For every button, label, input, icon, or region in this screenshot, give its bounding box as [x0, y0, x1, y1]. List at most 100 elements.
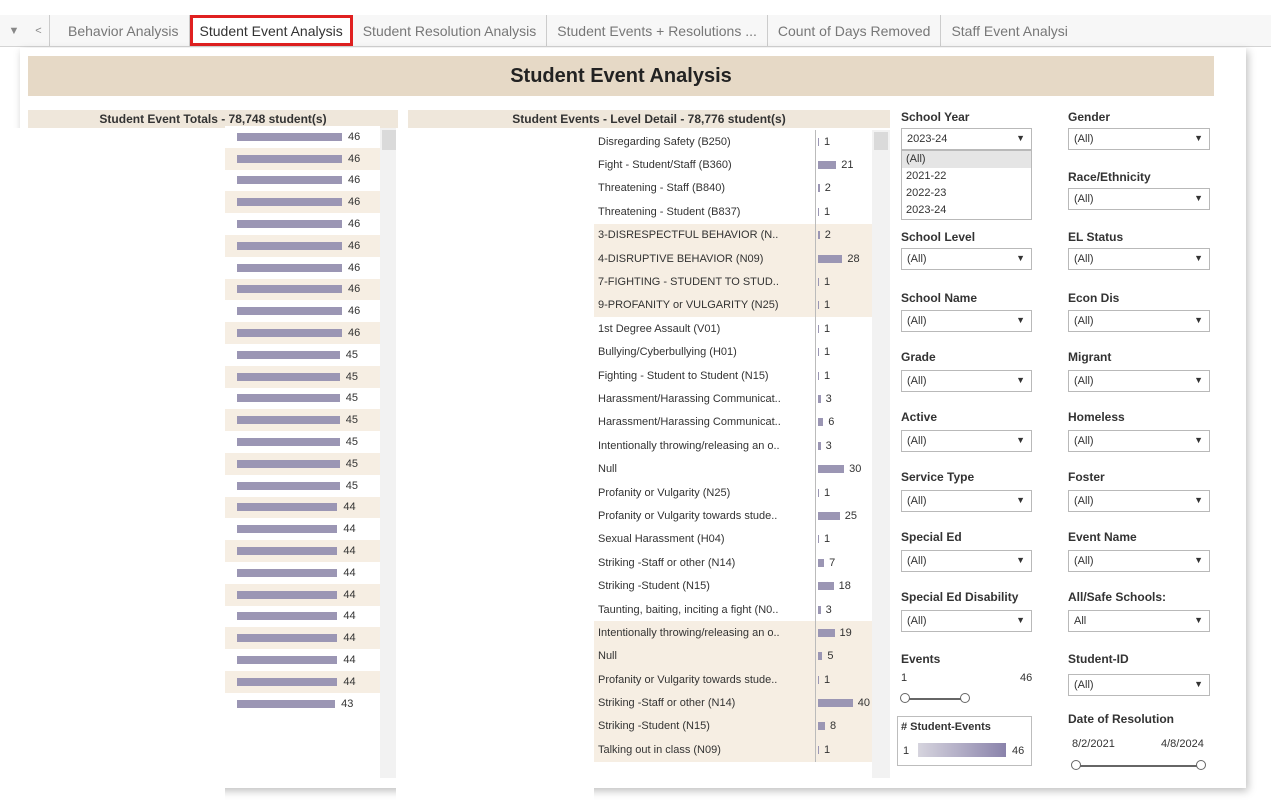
detail-bar[interactable] — [818, 161, 837, 170]
totals-row[interactable]: 44 — [225, 627, 380, 650]
school-year-dropdown[interactable]: 2023-24 ▼ — [901, 128, 1032, 150]
detail-row[interactable]: Threatening - Student (B837) 1 — [594, 200, 874, 224]
totals-bar[interactable] — [237, 329, 342, 338]
totals-bar[interactable] — [237, 547, 338, 556]
tab-student-events-resolutions[interactable]: Student Events + Resolutions ... — [547, 15, 768, 46]
detail-row[interactable]: Taunting, baiting, inciting a fight (N0.… — [594, 597, 874, 622]
detail-scroll-thumb[interactable] — [874, 132, 888, 150]
totals-row[interactable]: 46 — [225, 322, 380, 344]
school-name-dropdown[interactable]: (All) ▼ — [901, 310, 1032, 332]
totals-bar[interactable] — [237, 699, 336, 708]
totals-bar[interactable] — [237, 656, 338, 665]
tab-student-event-analysis[interactable]: Student Event Analysis — [189, 15, 353, 46]
service-type-dropdown[interactable]: (All) ▼ — [901, 490, 1032, 512]
totals-bar[interactable] — [237, 677, 338, 686]
econ-dis-dropdown[interactable]: (All) ▼ — [1068, 310, 1210, 332]
totals-bar[interactable] — [237, 350, 340, 359]
detail-bar[interactable] — [818, 605, 821, 614]
totals-bar[interactable] — [237, 459, 340, 468]
all-safe-schools-dropdown[interactable]: All ▼ — [1068, 610, 1210, 632]
totals-bar[interactable] — [237, 176, 342, 185]
sped-disability-dropdown[interactable]: (All) ▼ — [901, 610, 1032, 632]
date-slider-end-handle[interactable] — [1196, 760, 1206, 770]
school-year-option[interactable]: 2023-24 — [902, 202, 1031, 219]
totals-bar[interactable] — [237, 394, 340, 403]
events-slider-min-handle[interactable] — [900, 693, 910, 703]
detail-row[interactable]: Intentionally throwing/releasing an o.. 1… — [594, 621, 874, 645]
race-dropdown[interactable]: (All) ▼ — [1068, 188, 1210, 210]
totals-bar[interactable] — [237, 154, 342, 163]
detail-row[interactable]: Profanity or Vulgarity (N25) 1 — [594, 480, 874, 505]
totals-bar[interactable] — [237, 503, 338, 512]
school-year-option[interactable]: 2021-22 — [902, 168, 1031, 185]
events-slider-max-handle[interactable] — [960, 693, 970, 703]
totals-row[interactable]: 46 — [225, 213, 380, 235]
detail-bar[interactable] — [818, 207, 819, 216]
gender-dropdown[interactable]: (All) ▼ — [1068, 128, 1210, 150]
totals-row[interactable]: 45 — [225, 388, 380, 410]
detail-row[interactable]: Profanity or Vulgarity towards stude.. 1 — [594, 667, 874, 692]
detail-row[interactable]: Null 5 — [594, 644, 874, 668]
totals-row[interactable]: 46 — [225, 147, 380, 170]
totals-row[interactable]: 44 — [225, 649, 380, 671]
detail-bar[interactable] — [818, 465, 845, 474]
totals-bar[interactable] — [237, 132, 342, 141]
migrant-dropdown[interactable]: (All) ▼ — [1068, 370, 1210, 392]
detail-bar[interactable] — [818, 324, 819, 333]
detail-bar[interactable] — [818, 278, 819, 287]
detail-bar[interactable] — [818, 511, 840, 520]
events-slider-track[interactable] — [904, 698, 964, 700]
totals-row[interactable]: 46 — [225, 234, 380, 257]
totals-row[interactable]: 46 — [225, 170, 380, 192]
tab-count-of-days-removed[interactable]: Count of Days Removed — [768, 15, 942, 46]
detail-row[interactable]: Talking out in class (N09) 1 — [594, 738, 874, 762]
totals-bar[interactable] — [237, 372, 340, 381]
totals-bar[interactable] — [237, 307, 342, 316]
foster-dropdown[interactable]: (All) ▼ — [1068, 490, 1210, 512]
detail-bar[interactable] — [818, 137, 819, 146]
detail-scrollbar[interactable] — [872, 130, 890, 778]
detail-bar[interactable] — [818, 418, 824, 427]
detail-row[interactable]: 9-PROFANITY or VULGARITY (N25) 1 — [594, 293, 874, 318]
totals-row[interactable]: 43 — [225, 693, 380, 715]
totals-row[interactable]: 44 — [225, 583, 380, 606]
detail-row[interactable]: Fight - Student/Staff (B360) 21 — [594, 153, 874, 177]
totals-row[interactable]: 44 — [225, 606, 380, 628]
totals-row[interactable]: 46 — [225, 126, 380, 148]
totals-row[interactable]: 45 — [225, 475, 380, 497]
detail-row[interactable]: Fighting - Student to Student (N15) 1 — [594, 363, 874, 388]
detail-bar[interactable] — [818, 675, 819, 684]
totals-row[interactable]: 44 — [225, 670, 380, 693]
detail-row[interactable]: Striking -Student (N15) 8 — [594, 714, 874, 739]
totals-row[interactable]: 45 — [225, 409, 380, 432]
detail-bar[interactable] — [818, 348, 819, 357]
grade-dropdown[interactable]: (All) ▼ — [901, 370, 1032, 392]
detail-row[interactable]: Harassment/Harassing Communicat.. 3 — [594, 387, 874, 411]
totals-row[interactable]: 45 — [225, 431, 380, 453]
detail-bar[interactable] — [818, 371, 819, 380]
detail-bar[interactable] — [818, 628, 835, 637]
tab-behavior-analysis[interactable]: Behavior Analysis — [58, 15, 190, 46]
tab-menu-chevron-icon[interactable]: ▼ — [0, 15, 28, 46]
special-ed-dropdown[interactable]: (All) ▼ — [901, 550, 1032, 572]
school-year-option[interactable]: 2022-23 — [902, 185, 1031, 202]
detail-bar[interactable] — [818, 394, 821, 403]
totals-row[interactable]: 46 — [225, 257, 380, 279]
tab-staff-event-analysis[interactable]: Staff Event Analysi — [941, 15, 1077, 46]
totals-row[interactable]: 46 — [225, 191, 380, 214]
detail-bar[interactable] — [818, 301, 819, 310]
totals-scroll-thumb[interactable] — [382, 130, 396, 150]
totals-bar[interactable] — [237, 568, 338, 577]
el-status-dropdown[interactable]: (All) ▼ — [1068, 248, 1210, 270]
detail-bar[interactable] — [818, 441, 821, 450]
date-slider-track[interactable] — [1076, 765, 1202, 767]
detail-row[interactable]: Striking -Staff or other (N14) 7 — [594, 551, 874, 575]
homeless-dropdown[interactable]: (All) ▼ — [1068, 430, 1210, 452]
detail-bar[interactable] — [818, 488, 819, 497]
student-id-dropdown[interactable]: (All) ▼ — [1068, 674, 1210, 696]
totals-bar[interactable] — [237, 590, 338, 599]
tab-scroll-left-icon[interactable]: < — [28, 15, 50, 46]
detail-row[interactable]: 1st Degree Assault (V01) 1 — [594, 317, 874, 341]
detail-row[interactable]: Intentionally throwing/releasing an o.. 3 — [594, 434, 874, 458]
totals-row[interactable]: 46 — [225, 300, 380, 322]
